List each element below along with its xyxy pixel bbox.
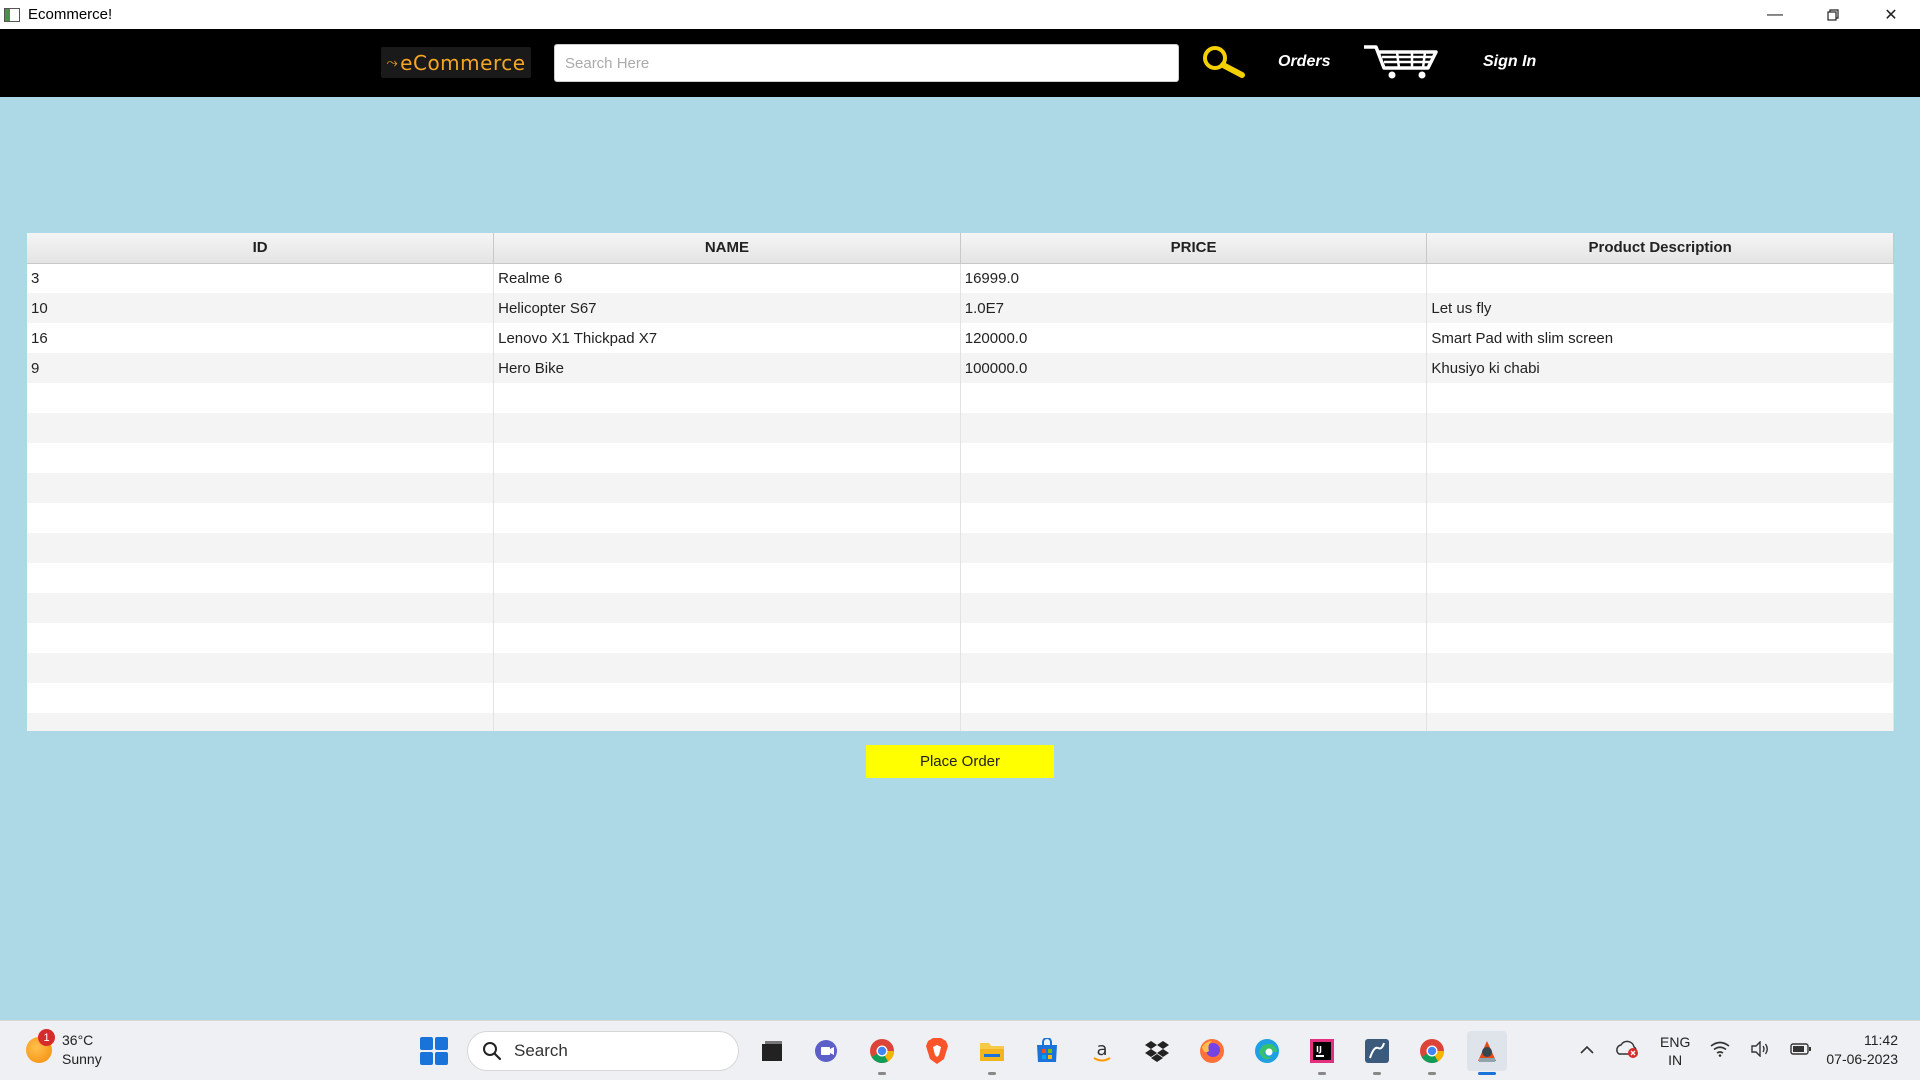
mysql-workbench-icon[interactable] — [1357, 1031, 1397, 1075]
empty-table-row — [27, 503, 1894, 533]
svg-text:a: a — [1096, 1039, 1107, 1060]
dropbox-icon[interactable] — [1137, 1031, 1177, 1071]
cell-id: 10 — [27, 293, 495, 323]
table-row[interactable]: 10 Helicopter S67 1.0E7 Let us fly — [27, 293, 1894, 323]
empty-table-row — [27, 593, 1894, 623]
cell-id: 16 — [27, 323, 495, 353]
cell-id: 9 — [27, 353, 495, 383]
navbar: ⤳ eCommerce Orders Sign In — [0, 29, 1920, 97]
clock-time: 11:42 — [1864, 1032, 1898, 1048]
app-window-icon — [4, 7, 20, 22]
empty-table-row — [27, 473, 1894, 503]
teams-icon[interactable] — [807, 1031, 847, 1071]
column-header-id[interactable]: ID — [27, 233, 495, 264]
chevron-up-icon[interactable] — [1580, 1042, 1594, 1060]
system-clock[interactable]: 11:42 07-06-2023 — [1826, 1031, 1898, 1069]
empty-table-row — [27, 563, 1894, 593]
java-app-icon[interactable] — [1467, 1031, 1507, 1075]
close-icon[interactable]: ✕ — [1862, 0, 1920, 29]
restore-icon[interactable] — [1804, 0, 1862, 29]
empty-table-row — [27, 413, 1894, 443]
column-header-description[interactable]: Product Description — [1426, 233, 1894, 264]
column-header-name[interactable]: NAME — [493, 233, 961, 264]
cell-name: Hero Bike — [493, 353, 961, 383]
cell-price: 1.0E7 — [960, 293, 1428, 323]
cart-icon[interactable] — [1362, 44, 1440, 80]
clock-date: 07-06-2023 — [1826, 1051, 1898, 1067]
logo[interactable]: ⤳ eCommerce — [381, 47, 531, 78]
orders-link[interactable]: Orders — [1278, 53, 1330, 71]
taskbar-search[interactable]: Search — [467, 1031, 739, 1071]
window-titlebar: Ecommerce! — ✕ — [0, 0, 1920, 29]
sun-icon: 1 — [26, 1029, 55, 1063]
table-row[interactable]: 9 Hero Bike 100000.0 Khusiyo ki chabi — [27, 353, 1894, 383]
windows-start-icon[interactable] — [420, 1037, 448, 1065]
empty-table-row — [27, 383, 1894, 413]
cell-name: Realme 6 — [493, 263, 961, 293]
search-icon — [483, 1042, 502, 1061]
file-explorer-icon[interactable] — [972, 1031, 1012, 1075]
firefox-icon[interactable] — [1192, 1031, 1232, 1071]
signin-link[interactable]: Sign In — [1483, 53, 1536, 71]
empty-table-row — [27, 653, 1894, 683]
window-title: Ecommerce! — [28, 6, 113, 23]
cell-name: Helicopter S67 — [493, 293, 961, 323]
minimize-icon[interactable]: — — [1746, 0, 1804, 29]
svg-text:IJ: IJ — [1316, 1045, 1322, 1054]
column-header-price[interactable]: PRICE — [960, 233, 1428, 264]
cell-price: 16999.0 — [960, 263, 1428, 293]
table-row[interactable]: 3 Realme 6 16999.0 — [27, 263, 1894, 293]
brave-icon[interactable] — [917, 1031, 957, 1071]
microsoft-store-icon[interactable] — [1027, 1031, 1067, 1071]
region-code: IN — [1668, 1052, 1683, 1068]
empty-table-row — [27, 443, 1894, 473]
logo-text: eCommerce — [400, 50, 526, 75]
notification-badge: 1 — [38, 1029, 55, 1046]
taskbar-search-label: Search — [514, 1041, 568, 1060]
weather-condition: Sunny — [62, 1051, 102, 1067]
cell-description: Khusiyo ki chabi — [1426, 353, 1894, 383]
amazon-icon[interactable]: a — [1082, 1031, 1122, 1071]
cell-description: Let us fly — [1426, 293, 1894, 323]
empty-table-row — [27, 533, 1894, 563]
edge-icon[interactable] — [1247, 1031, 1287, 1071]
taskbar: 1 36°C Sunny Search a IJ ENG IN 11:42 07… — [0, 1020, 1920, 1080]
weather-widget[interactable]: 1 36°C Sunny — [26, 1029, 102, 1069]
search-icon[interactable] — [1198, 44, 1248, 80]
empty-table-row — [27, 623, 1894, 653]
empty-table-row — [27, 683, 1894, 713]
cell-description — [1426, 263, 1894, 293]
search-input[interactable] — [554, 44, 1179, 82]
cell-description: Smart Pad with slim screen — [1426, 323, 1894, 353]
volume-icon[interactable] — [1750, 1039, 1770, 1062]
table-header-row: ID NAME PRICE Product Description — [27, 233, 1894, 264]
logo-cart-icon: ⤳ — [386, 54, 399, 71]
cell-price: 120000.0 — [960, 323, 1428, 353]
intellij-icon[interactable]: IJ — [1302, 1031, 1342, 1075]
onedrive-error-icon[interactable] — [1614, 1039, 1640, 1064]
product-table[interactable]: ID NAME PRICE Product Description 3 Real… — [27, 233, 1894, 731]
cell-price: 100000.0 — [960, 353, 1428, 383]
chrome-icon[interactable] — [862, 1031, 902, 1075]
cell-id: 3 — [27, 263, 495, 293]
language-indicator[interactable]: ENG IN — [1660, 1033, 1690, 1069]
empty-table-row — [27, 713, 1894, 731]
place-order-button[interactable]: Place Order — [866, 745, 1054, 778]
chrome-profile-icon[interactable] — [1412, 1031, 1452, 1075]
wifi-icon[interactable] — [1710, 1041, 1730, 1062]
window-controls: — ✕ — [1746, 0, 1920, 29]
task-view-icon[interactable] — [752, 1031, 792, 1071]
language-code: ENG — [1660, 1034, 1691, 1050]
weather-temp: 36°C — [62, 1032, 94, 1048]
battery-icon[interactable] — [1790, 1042, 1812, 1061]
table-row[interactable]: 16 Lenovo X1 Thickpad X7 120000.0 Smart … — [27, 323, 1894, 353]
cell-name: Lenovo X1 Thickpad X7 — [493, 323, 961, 353]
